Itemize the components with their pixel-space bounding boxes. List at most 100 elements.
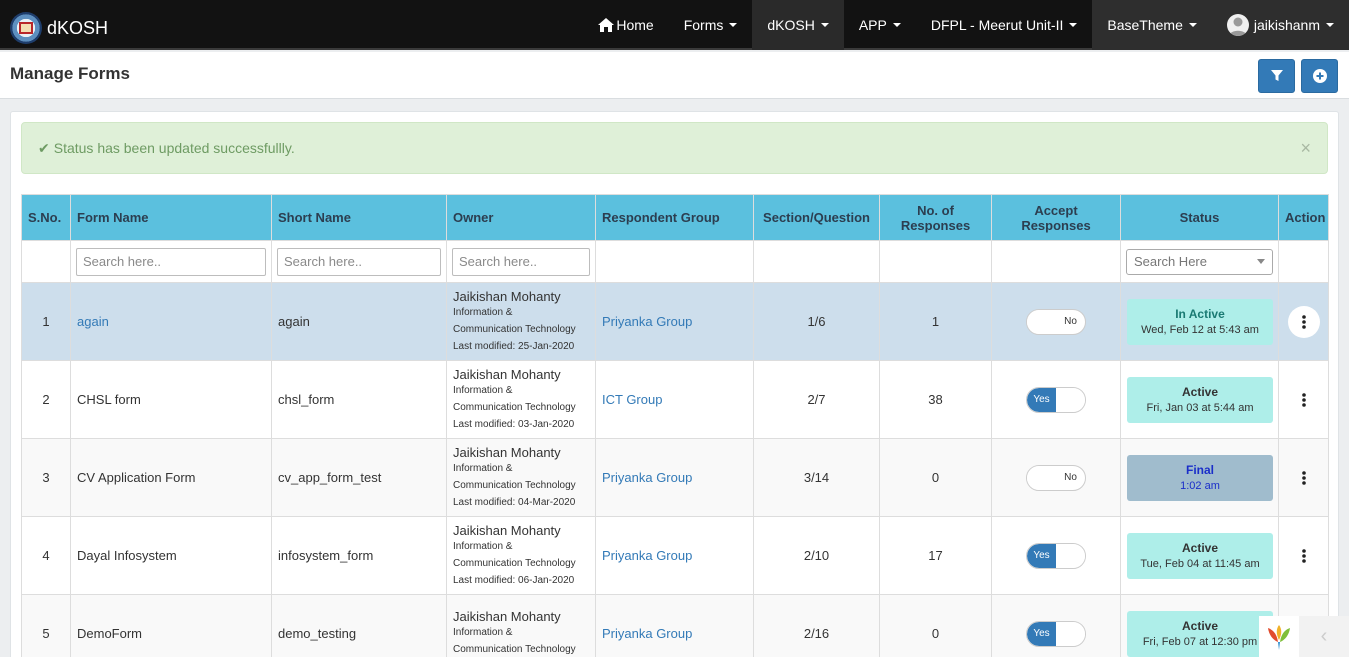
- cell-section-question: 2/10: [753, 516, 880, 595]
- nav-app-label: APP: [858, 17, 887, 33]
- respondent-group-link[interactable]: Priyanka Group: [602, 314, 692, 329]
- header-short-name[interactable]: Short Name: [271, 194, 447, 241]
- cell-form-name: Dayal Infosystem: [70, 516, 272, 595]
- header-status: Status: [1120, 194, 1279, 241]
- chevron-left-icon[interactable]: ‹: [1299, 616, 1349, 657]
- status-time: Fri, Feb 07 at 12:30 pm: [1142, 636, 1258, 648]
- cell-sno: 5: [21, 594, 71, 657]
- forms-table: S.No. Form Name Short Name Owner Respond…: [21, 194, 1329, 657]
- nav-forms[interactable]: Forms: [669, 0, 753, 50]
- more-options-icon[interactable]: [1288, 462, 1320, 494]
- caret-down-icon: [892, 23, 901, 27]
- check-icon: ✔: [38, 139, 50, 156]
- search-short-name-input[interactable]: [277, 247, 441, 276]
- accept-responses-toggle[interactable]: Yes: [1026, 542, 1086, 569]
- toggle-label: Yes: [1027, 621, 1056, 646]
- table-row[interactable]: 3 CV Application Form cv_app_form_test J…: [21, 438, 1329, 517]
- table-row[interactable]: 4 Dayal Infosystem infosystem_form Jaiki…: [21, 516, 1329, 595]
- alert-message: Status has been updated successfullly.: [53, 140, 295, 156]
- nav-user-label: jaikishanm: [1253, 17, 1320, 33]
- respondent-group-link[interactable]: Priyanka Group: [602, 626, 692, 641]
- cell-form-name: DemoForm: [70, 594, 272, 657]
- cell-owner: Jaikishan Mohanty Information & Communic…: [446, 438, 596, 517]
- accept-responses-toggle[interactable]: No: [1026, 464, 1086, 491]
- caret-down-icon: [820, 23, 829, 27]
- add-form-button[interactable]: [1301, 59, 1338, 93]
- more-options-icon[interactable]: [1288, 540, 1320, 572]
- cell-section-question: 2/7: [753, 360, 880, 439]
- content-panel: ✔ Status has been updated successfullly.…: [10, 111, 1339, 657]
- home-icon: [598, 18, 615, 32]
- owner-modified: Last modified: 03-Jan-2020: [453, 418, 575, 430]
- status-label: Active: [1181, 619, 1219, 633]
- table-row[interactable]: 5 DemoForm demo_testing Jaikishan Mohant…: [21, 594, 1329, 657]
- filter-button[interactable]: [1258, 59, 1295, 93]
- header-form-name[interactable]: Form Name: [70, 194, 272, 241]
- cell-section-question: 2/16: [753, 594, 880, 657]
- cell-sno: 2: [21, 360, 71, 439]
- table-row[interactable]: 1 again again Jaikishan Mohanty Informat…: [21, 282, 1329, 361]
- nav-dkosh[interactable]: dKOSH: [752, 0, 844, 50]
- brand[interactable]: dKOSH: [10, 12, 108, 44]
- search-form-name-input[interactable]: [76, 247, 266, 276]
- respondent-group-link[interactable]: Priyanka Group: [602, 470, 692, 485]
- status-badge[interactable]: Active Tue, Feb 04 at 11:45 am: [1127, 532, 1273, 579]
- form-name-link[interactable]: again: [77, 314, 109, 329]
- dkosh-logo-icon: [10, 12, 42, 44]
- nav-unit[interactable]: DFPL - Meerut Unit-II: [916, 0, 1093, 50]
- header-accept-responses: Accept Responses: [991, 194, 1121, 241]
- nav-home-label: Home: [616, 17, 654, 33]
- close-icon[interactable]: ×: [1300, 138, 1311, 159]
- respondent-group-link[interactable]: Priyanka Group: [602, 548, 692, 563]
- header-respondent-group[interactable]: Respondent Group: [595, 194, 754, 241]
- owner-dept: Information &: [453, 384, 513, 396]
- accept-responses-toggle[interactable]: Yes: [1026, 386, 1086, 413]
- header-sno: S.No.: [21, 194, 71, 241]
- search-owner-input[interactable]: [452, 247, 590, 276]
- nav-basetheme[interactable]: BaseTheme: [1092, 0, 1212, 50]
- nav-app[interactable]: APP: [844, 0, 916, 50]
- toggle-label: No: [1064, 316, 1077, 327]
- cell-responses: 1: [879, 282, 992, 361]
- respondent-group-link[interactable]: ICT Group: [602, 392, 662, 407]
- more-options-icon[interactable]: [1288, 384, 1320, 416]
- header-owner[interactable]: Owner: [446, 194, 596, 241]
- cell-owner: Jaikishan Mohanty Information & Communic…: [446, 594, 596, 657]
- table-header-row: S.No. Form Name Short Name Owner Respond…: [21, 194, 1329, 241]
- cell-responses: 17: [879, 516, 992, 595]
- cell-short-name: demo_testing: [271, 594, 447, 657]
- cell-owner: Jaikishan Mohanty Information & Communic…: [446, 516, 596, 595]
- status-badge[interactable]: Active Fri, Feb 07 at 12:30 pm: [1127, 610, 1273, 657]
- accept-responses-toggle[interactable]: No: [1026, 308, 1086, 335]
- cell-responses: 0: [879, 594, 992, 657]
- status-badge[interactable]: Active Fri, Jan 03 at 5:44 am: [1127, 376, 1273, 423]
- status-badge[interactable]: In Active Wed, Feb 12 at 5:43 am: [1127, 298, 1273, 345]
- filter-row: Search Here: [21, 240, 1329, 283]
- status-badge[interactable]: Final 1:02 am: [1127, 454, 1273, 501]
- nav-user[interactable]: jaikishanm: [1211, 0, 1349, 50]
- cell-owner: Jaikishan Mohanty Information & Communic…: [446, 360, 596, 439]
- owner-dept-2: Communication Technology: [453, 401, 576, 413]
- owner-modified: Last modified: 04-Mar-2020: [453, 496, 576, 508]
- owner-modified: Last modified: 06-Jan-2020: [453, 574, 575, 586]
- status-time: Fri, Jan 03 at 5:44 am: [1146, 402, 1254, 414]
- accept-responses-toggle[interactable]: Yes: [1026, 620, 1086, 647]
- nav-home[interactable]: Home: [583, 0, 668, 50]
- cell-responses: 38: [879, 360, 992, 439]
- status-time: Wed, Feb 12 at 5:43 am: [1141, 324, 1259, 336]
- more-options-icon[interactable]: [1287, 305, 1320, 338]
- nav-dkosh-label: dKOSH: [767, 17, 815, 33]
- status-filter-placeholder: Search Here: [1134, 254, 1207, 269]
- status-filter-select[interactable]: Search Here: [1126, 248, 1273, 275]
- caret-down-icon: [1326, 23, 1334, 27]
- app-leaf-logo-icon[interactable]: [1259, 616, 1299, 657]
- nav-menu: Home Forms dKOSH APP DFPL - Meerut Unit-…: [583, 0, 1349, 50]
- cell-responses: 0: [879, 438, 992, 517]
- owner-dept: Information &: [453, 306, 513, 318]
- table-row[interactable]: 2 CHSL form chsl_form Jaikishan Mohanty …: [21, 360, 1329, 439]
- owner-dept: Information &: [453, 462, 513, 474]
- cell-sno: 3: [21, 438, 71, 517]
- toggle-label: Yes: [1027, 387, 1056, 412]
- cell-short-name: infosystem_form: [271, 516, 447, 595]
- nav-forms-label: Forms: [683, 17, 724, 33]
